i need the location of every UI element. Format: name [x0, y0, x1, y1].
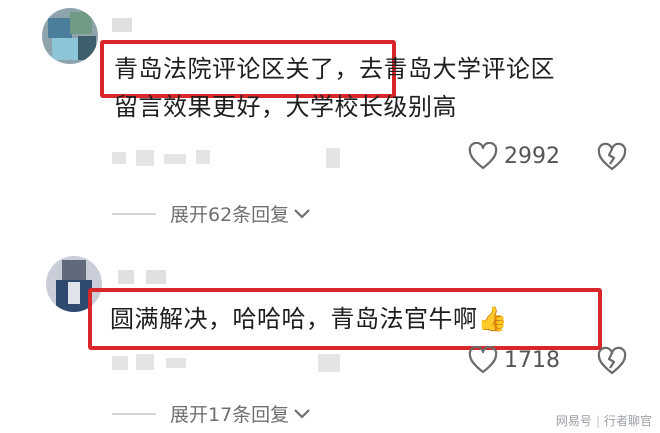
thumbs-up-emoji: 👍: [477, 305, 508, 333]
chevron-down-icon: [294, 408, 310, 419]
comment-text-line-1: 青岛法院评论区关了，去青岛大学评论区: [114, 55, 555, 83]
chevron-down-icon: [294, 208, 310, 219]
watermark-author: 行者聊官: [603, 414, 652, 428]
broken-heart-icon: [597, 346, 627, 375]
broken-heart-icon: [597, 142, 627, 171]
expand-replies-button[interactable]: 展开17条回复: [112, 400, 311, 427]
divider-line: [112, 412, 156, 415]
avatar[interactable]: [42, 8, 98, 64]
like-button[interactable]: 1718: [468, 346, 560, 374]
divider-line: [112, 212, 156, 215]
comment-text-line-2: 留言效果更好，大学校长级别高: [114, 93, 457, 121]
comment-text: 青岛法院评论区关了，去青岛大学评论区 留言效果更好，大学校长级别高: [114, 50, 555, 126]
heart-outline-icon: [468, 346, 498, 374]
expand-replies-button[interactable]: 展开62条回复: [112, 200, 311, 227]
watermark-source: 网易号: [555, 414, 592, 428]
expand-replies-label: 展开17条回复: [170, 404, 290, 426]
like-button[interactable]: 2992: [468, 142, 560, 170]
expand-replies-label: 展开62条回复: [170, 204, 290, 226]
watermark: 网易号 | 行者聊官: [556, 412, 652, 429]
dislike-button[interactable]: [596, 346, 628, 380]
dislike-button[interactable]: [596, 142, 628, 176]
comment-text-line-1: 圆满解决，哈哈哈，青岛法官牛啊: [110, 305, 478, 333]
like-count: 1718: [504, 347, 560, 373]
heart-outline-icon: [468, 142, 498, 170]
like-count: 2992: [504, 143, 560, 169]
comment-text: 圆满解决，哈哈哈，青岛法官牛啊👍: [110, 300, 508, 338]
watermark-separator: |: [595, 413, 600, 428]
